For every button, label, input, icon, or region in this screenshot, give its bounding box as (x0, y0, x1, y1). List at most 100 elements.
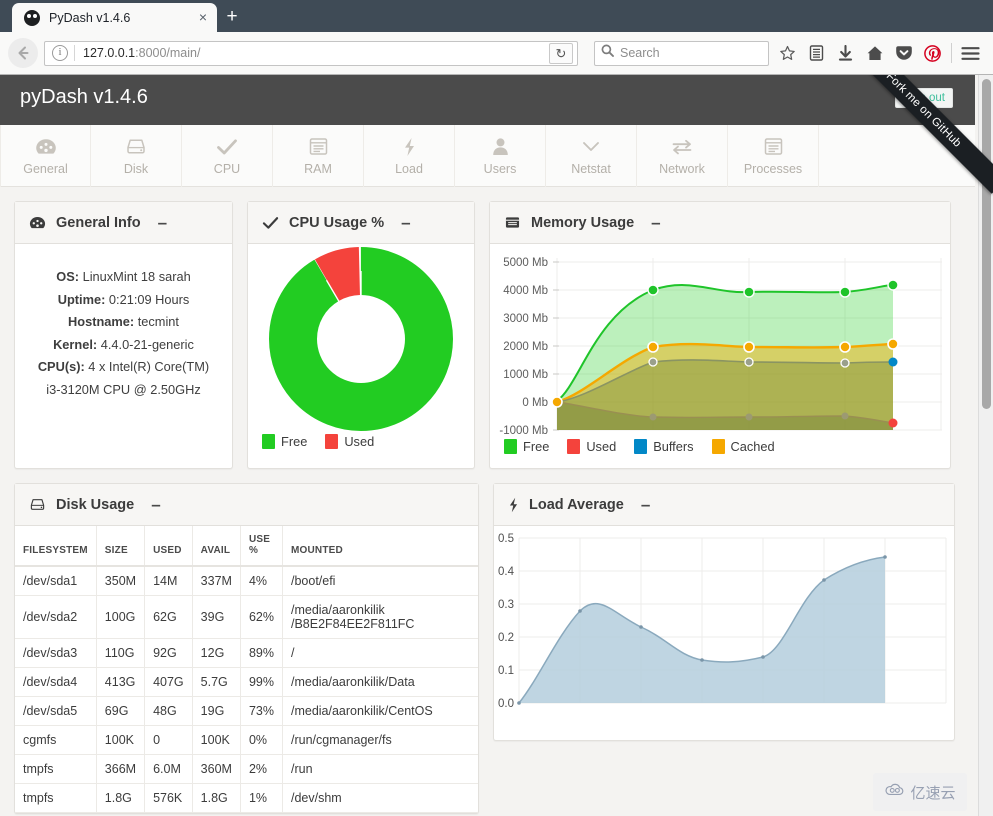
cell-mounted: /boot/efi (282, 566, 478, 596)
table-row[interactable]: tmpfs 366M 6.0M 360M 2% /run (15, 755, 478, 784)
cell-mounted: /media/aaronkilik/CentOS (282, 697, 478, 726)
tab-general-label: General (23, 162, 67, 176)
cell-avail: 19G (192, 697, 240, 726)
tab-general[interactable]: General (0, 125, 91, 187)
url-bar[interactable]: i 127.0.0.1:8000/main/ ↻ (44, 41, 578, 66)
scrollbar-thumb[interactable] (982, 79, 991, 409)
browser-tabstrip: PyDash v1.4.6 × + (0, 0, 993, 32)
cell-filesystem: tmpfs (15, 784, 96, 813)
cell-used: 0 (145, 726, 193, 755)
minimize-icon[interactable]: – (401, 219, 410, 227)
cell-used: 62G (145, 596, 193, 639)
star-icon[interactable] (773, 38, 802, 68)
check-icon (262, 216, 279, 230)
svg-text:2000 Mb: 2000 Mb (503, 341, 548, 353)
pocket-icon[interactable] (889, 38, 918, 68)
cell-avail: 100K (192, 726, 240, 755)
table-header-row: FILESYSTEM SIZE USED AVAIL USE % MOUNTED (15, 526, 478, 566)
legend-item-used: Used (325, 434, 374, 449)
table-row[interactable]: /dev/sda1 350M 14M 337M 4% /boot/efi (15, 566, 478, 596)
table-row[interactable]: /dev/sda5 69G 48G 19G 73% /media/aaronki… (15, 697, 478, 726)
tab-ram-label: RAM (304, 162, 332, 176)
info-value-cpus: 4 x Intel(R) Core(TM) (88, 359, 209, 374)
pinterest-icon[interactable] (918, 38, 947, 68)
cell-size: 1.8G (96, 784, 144, 813)
cell-avail: 360M (192, 755, 240, 784)
tab-network[interactable]: Network (637, 125, 728, 187)
cpu-donut-chart (248, 244, 474, 434)
tab-users[interactable]: Users (455, 125, 546, 187)
url-host: 127.0.0.1 (83, 46, 135, 60)
minimize-icon[interactable]: – (641, 501, 650, 509)
cell-use-pct: 0% (240, 726, 282, 755)
legend-label-used: Used (344, 434, 374, 449)
legend-label-free: Free (281, 434, 307, 449)
table-row[interactable]: cgmfs 100K 0 100K 0% /run/cgmanager/fs (15, 726, 478, 755)
table-row[interactable]: tmpfs 1.8G 576K 1.8G 1% /dev/shm (15, 784, 478, 813)
cell-size: 350M (96, 566, 144, 596)
reload-icon[interactable]: ↻ (549, 43, 573, 64)
app-header: pyDash v1.4.6 Sign out (0, 75, 975, 125)
site-watermark: 亿速云 (873, 773, 967, 811)
user-icon (492, 136, 509, 157)
tab-cpu[interactable]: CPU (182, 125, 273, 187)
memory-area-chart: 5000 Mb 4000 Mb 3000 Mb 2000 Mb 1000 Mb … (490, 244, 950, 439)
info-row-kernel: Kernel: 4.4.0-21-generic (25, 334, 222, 357)
tab-netstat[interactable]: Netstat (546, 125, 637, 187)
tab-cpu-label: CPU (214, 162, 240, 176)
legend-swatch-cached (712, 439, 725, 454)
cell-use-pct: 1% (240, 784, 282, 813)
new-tab-button[interactable]: + (217, 3, 247, 32)
svg-text:0.0: 0.0 (498, 698, 514, 710)
disk-usage-header: Disk Usage – (15, 484, 478, 526)
cell-mounted: /dev/shm (282, 784, 478, 813)
load-average-area-chart: 0.5 0.4 0.3 0.2 0.1 0.0 (494, 526, 954, 745)
info-label-hostname: Hostname: (68, 314, 134, 329)
minimize-icon[interactable]: – (158, 219, 167, 227)
back-icon[interactable] (8, 38, 38, 68)
tab-disk[interactable]: Disk (91, 125, 182, 187)
info-row-uptime: Uptime: 0:21:09 Hours (25, 289, 222, 312)
page-info-icon[interactable]: i (52, 45, 68, 61)
library-icon[interactable] (802, 38, 831, 68)
minimize-icon[interactable]: – (651, 219, 660, 227)
col-avail: AVAIL (192, 526, 240, 566)
cell-use-pct: 89% (240, 639, 282, 668)
general-info-title: General Info (56, 215, 141, 231)
tab-load[interactable]: Load (364, 125, 455, 187)
cpu-usage-title: CPU Usage % (289, 215, 384, 231)
minimize-icon[interactable]: – (151, 501, 160, 509)
memory-usage-title: Memory Usage (531, 215, 634, 231)
close-icon[interactable]: × (195, 10, 211, 26)
dashboard-icon (24, 10, 40, 26)
cell-filesystem: /dev/sda2 (15, 596, 96, 639)
table-row[interactable]: /dev/sda4 413G 407G 5.7G 99% /media/aaro… (15, 668, 478, 697)
load-average-panel: Load Average – (493, 483, 955, 741)
tab-title: PyDash v1.4.6 (49, 11, 195, 25)
toolbar-divider (951, 43, 952, 63)
hamburger-menu-icon[interactable] (956, 38, 985, 68)
general-info-header: General Info – (15, 202, 232, 244)
disk-usage-table: FILESYSTEM SIZE USED AVAIL USE % MOUNTED (15, 526, 478, 813)
general-info-panel: General Info – OS: LinuxMint 18 sarah Up… (14, 201, 233, 469)
table-row[interactable]: /dev/sda2 100G 62G 39G 62% /media/aaronk… (15, 596, 478, 639)
search-bar[interactable]: Search (594, 41, 769, 66)
harddisk-icon (29, 498, 46, 511)
speedometer-icon (35, 136, 57, 157)
cell-filesystem: /dev/sda5 (15, 697, 96, 726)
home-icon[interactable] (860, 38, 889, 68)
chevron-down-icon (581, 136, 601, 157)
browser-tab[interactable]: PyDash v1.4.6 × (12, 3, 217, 32)
bolt-icon (403, 136, 416, 157)
legend-item-cached: Cached (712, 439, 775, 454)
tab-ram[interactable]: RAM (273, 125, 364, 187)
disk-usage-title: Disk Usage (56, 497, 134, 513)
info-label-cpus: CPU(s): (38, 359, 85, 374)
tab-users-label: Users (484, 162, 517, 176)
tab-processes[interactable]: Processes (728, 125, 819, 187)
table-row[interactable]: /dev/sda3 110G 92G 12G 89% / (15, 639, 478, 668)
downloads-icon[interactable] (831, 38, 860, 68)
cell-size: 100G (96, 596, 144, 639)
tab-load-label: Load (395, 162, 423, 176)
speedometer-icon (29, 216, 46, 230)
